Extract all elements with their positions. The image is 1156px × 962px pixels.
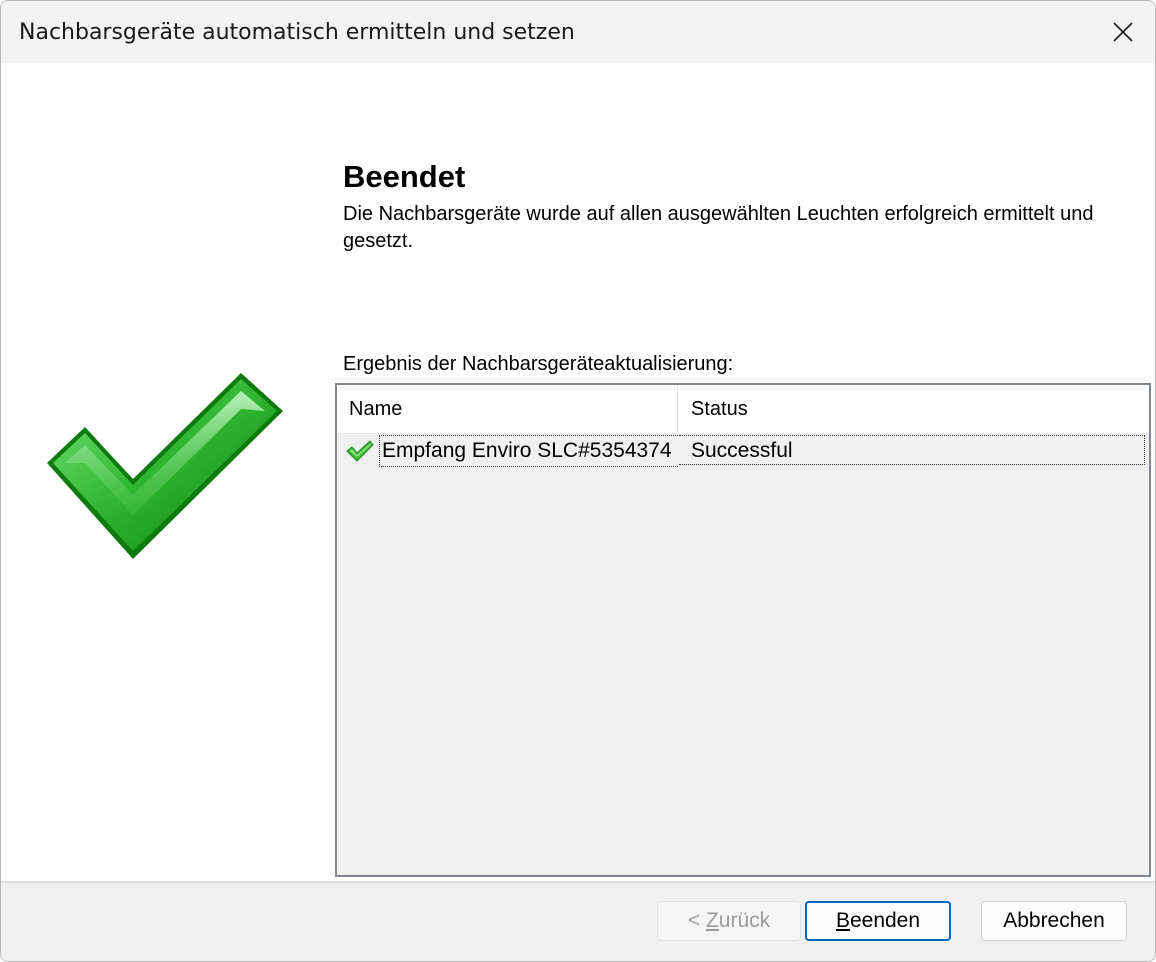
listview-header: Name Status: [337, 385, 1149, 434]
table-row[interactable]: Empfang Enviro SLC#5354374 Successful: [337, 435, 1149, 467]
finish-button[interactable]: Beenden: [805, 901, 951, 941]
result-listview[interactable]: Name Status Empfang Enviro SLC#5354374 S…: [335, 383, 1151, 877]
green-checkmark-icon: [47, 373, 283, 559]
close-button[interactable]: [1091, 1, 1155, 63]
result-label: Ergebnis der Nachbarsgeräteaktualisierun…: [343, 353, 734, 375]
back-prefix: <: [687, 909, 706, 932]
wizard-content: Beendet Die Nachbarsgeräte wurde auf all…: [1, 63, 1155, 881]
check-icon: [346, 440, 374, 462]
page-heading: Beendet: [343, 159, 466, 194]
page-description: Die Nachbarsgeräte wurde auf allen ausge…: [343, 203, 1094, 252]
cancel-button[interactable]: Abbrechen: [981, 901, 1127, 941]
column-header-status[interactable]: Status: [679, 385, 1149, 433]
back-label-rest: urück: [718, 909, 771, 932]
close-icon: [1113, 22, 1133, 42]
row-name-cell: Empfang Enviro SLC#5354374: [379, 435, 678, 467]
wizard-dialog: Nachbarsgeräte automatisch ermitteln und…: [0, 0, 1156, 962]
finish-label-rest: eenden: [849, 909, 921, 932]
back-mnemonic: Z: [705, 909, 719, 932]
back-button[interactable]: < Zurück: [657, 901, 801, 941]
finish-mnemonic: B: [835, 909, 850, 932]
title-bar: Nachbarsgeräte automatisch ermitteln und…: [1, 1, 1155, 63]
column-header-name[interactable]: Name: [337, 385, 678, 433]
window-title: Nachbarsgeräte automatisch ermitteln und…: [19, 20, 575, 45]
button-bar: < Zurück Beenden Abbrechen: [1, 881, 1155, 961]
row-status-cell: Successful: [679, 435, 1145, 465]
